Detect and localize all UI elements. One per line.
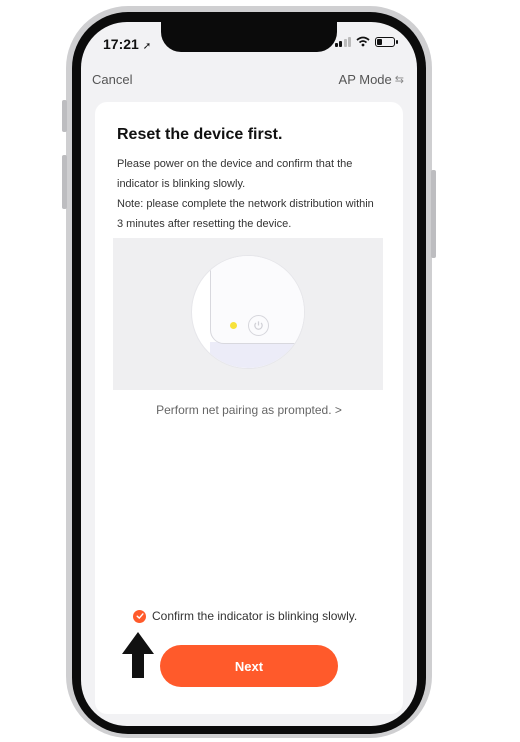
notch xyxy=(161,22,337,52)
status-time: 17:21 ➚ xyxy=(103,36,152,52)
page-title: Reset the device first. xyxy=(117,126,283,143)
content-card: Reset the device first. Please power on … xyxy=(95,102,403,714)
ap-mode-button[interactable]: AP Mode ⇆ xyxy=(339,72,404,87)
power-icon xyxy=(248,315,269,336)
instructions-text: Please power on the device and confirm t… xyxy=(117,154,385,234)
status-icons xyxy=(334,36,398,47)
instruction-line: Please power on the device and confirm t… xyxy=(117,158,353,170)
swap-icon: ⇆ xyxy=(394,74,404,86)
instruction-line: 3 minutes after resetting the device. xyxy=(117,218,292,230)
instruction-line: Note: please complete the network distri… xyxy=(117,198,374,210)
confirm-label: Confirm the indicator is blinking slowly… xyxy=(152,609,358,623)
device-zoom-circle xyxy=(191,255,305,369)
cancel-button[interactable]: Cancel xyxy=(92,72,132,87)
instruction-line: indicator is blinking slowly. xyxy=(117,178,246,190)
device-illustration xyxy=(113,238,383,390)
next-button[interactable]: Next xyxy=(160,645,338,687)
phone-screen: 17:21 ➚ Cancel AP Mode ⇆ Reset the devic… xyxy=(81,22,417,726)
phone-volume-button xyxy=(62,155,67,209)
indicator-led xyxy=(230,322,237,329)
checkmark-icon[interactable] xyxy=(133,609,146,623)
ap-mode-label: AP Mode xyxy=(338,72,392,87)
phone-mute-switch xyxy=(62,100,67,132)
confirm-checkbox[interactable]: Confirm the indicator is blinking slowly… xyxy=(133,609,357,623)
up-arrow-icon xyxy=(122,632,154,678)
location-arrow-icon: ➚ xyxy=(142,41,152,52)
battery-icon xyxy=(375,36,398,47)
signal-icon xyxy=(334,36,351,47)
phone-power-button xyxy=(431,170,436,258)
net-pairing-link[interactable]: Perform net pairing as prompted. > xyxy=(95,403,403,417)
wifi-icon xyxy=(356,36,370,47)
device-base xyxy=(210,342,304,368)
